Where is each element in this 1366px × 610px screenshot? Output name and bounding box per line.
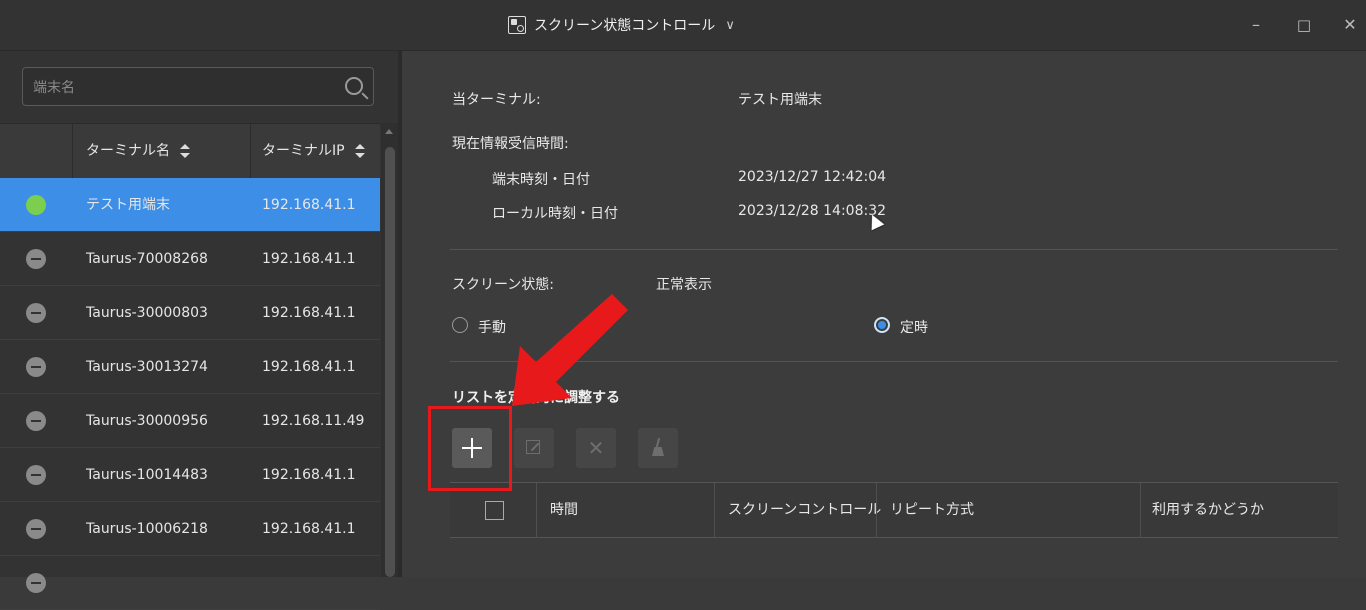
terminal-name: Taurus-30013274 [86,359,208,375]
column-divider [72,124,73,178]
terminal-time-label: 端末時刻・日付 [492,172,590,188]
column-divider [876,483,877,537]
search-box [22,67,374,106]
sort-icon[interactable] [354,144,365,158]
close-icon: ✕ [587,436,605,460]
delete-schedule-button[interactable]: ✕ [576,428,616,468]
column-divider [536,483,537,537]
offline-status-icon [26,465,46,485]
terminal-search-input[interactable] [31,76,335,100]
terminal-row-partial[interactable] [0,556,380,610]
title-bar: スクリーン状態コントロール ∨ – □ ✕ [0,0,1366,51]
column-header-label: ターミナル名 [86,143,170,159]
mode-scheduled-option[interactable]: 定時 [874,317,954,337]
clear-schedule-button[interactable] [638,428,678,468]
sort-icon[interactable] [180,144,190,158]
terminal-name: Taurus-30000803 [86,305,208,321]
select-all-checkbox[interactable] [485,501,504,520]
terminal-ip: 192.168.41.1 [262,197,356,213]
manual-radio[interactable] [452,317,468,333]
terminal-time-value: 2023/12/27 12:42:04 [738,169,887,185]
terminal-row[interactable]: Taurus-10014483 192.168.41.1 [0,448,380,502]
terminal-ip: 192.168.41.1 [262,251,356,267]
close-button[interactable]: ✕ [1338,14,1362,36]
scroll-up-icon[interactable] [385,129,393,134]
annotation-highlight-box [428,406,512,491]
search-icon[interactable] [345,77,363,95]
current-terminal-value: テスト用端末 [738,92,822,108]
terminal-row[interactable]: テスト用端末 192.168.41.1 [0,178,380,232]
column-divider [714,483,715,537]
terminal-ip: 192.168.41.1 [262,467,356,483]
terminal-sidebar: ターミナル名 ターミナルIP テスト用端末 192.168.41.1 Tauru… [0,51,402,610]
offline-status-icon [26,303,46,323]
terminal-name: Taurus-30000956 [86,413,208,429]
column-header-terminal-ip[interactable]: ターミナルIP [262,124,365,178]
received-time-label: 現在情報受信時間: [452,136,569,152]
scheduled-radio[interactable] [874,317,890,333]
local-time-label: ローカル時刻・日付 [492,206,618,222]
terminal-row[interactable]: Taurus-30000803 192.168.41.1 [0,286,380,340]
broom-icon [651,438,665,458]
window-title: スクリーン状態コントロール [534,18,716,34]
terminal-name: Taurus-70008268 [86,251,208,267]
terminal-row[interactable]: Taurus-30000956 192.168.11.49 [0,394,380,448]
column-header-screen-control[interactable]: スクリーンコントロール [728,483,881,537]
minimize-button[interactable]: – [1244,14,1268,36]
terminal-row[interactable]: Taurus-10006218 192.168.41.1 [0,502,380,556]
screen-control-icon [508,16,526,34]
scroll-thumb[interactable] [385,147,395,577]
annotation-arrow [512,294,628,406]
screen-state-value: 正常表示 [656,277,712,293]
scheduled-label: 定時 [900,320,928,336]
section-divider [450,249,1338,250]
terminal-ip: 192.168.41.1 [262,521,356,537]
terminal-ip: 192.168.11.49 [262,413,365,429]
schedule-table-header: 時間 スクリーンコントロール リピート方式 利用するかどうか [450,482,1338,538]
chevron-down-icon[interactable]: ∨ [725,18,735,33]
current-terminal-label: 当ターミナル: [452,92,541,108]
offline-status-icon [26,411,46,431]
edit-icon [526,440,540,454]
maximize-button[interactable]: □ [1292,14,1316,36]
column-divider [1140,483,1141,537]
terminal-ip: 192.168.41.1 [262,359,356,375]
column-header-repeat-mode[interactable]: リピート方式 [890,483,974,537]
local-time-value: 2023/12/28 14:08:32 [738,203,887,219]
terminal-table-header: ターミナル名 ターミナルIP [0,123,380,179]
window-title-group[interactable]: スクリーン状態コントロール ∨ [508,13,735,37]
column-header-label: ターミナルIP [262,143,345,159]
terminal-row[interactable]: Taurus-70008268 192.168.41.1 [0,232,380,286]
column-header-time[interactable]: 時間 [550,483,578,537]
edit-schedule-button[interactable] [514,428,554,468]
terminal-name: Taurus-10014483 [86,467,208,483]
offline-status-icon [26,573,46,593]
terminal-ip: 192.168.41.1 [262,305,356,321]
column-header-enabled[interactable]: 利用するかどうか [1152,483,1264,537]
offline-status-icon [26,249,46,269]
column-divider [250,124,251,178]
online-status-icon [26,195,46,215]
terminal-name: Taurus-10006218 [86,521,208,537]
offline-status-icon [26,519,46,539]
column-header-terminal-name[interactable]: ターミナル名 [86,124,190,178]
terminal-row[interactable]: Taurus-30013274 192.168.41.1 [0,340,380,394]
scrollbar[interactable] [381,123,398,577]
offline-status-icon [26,357,46,377]
terminal-name: テスト用端末 [86,197,170,213]
